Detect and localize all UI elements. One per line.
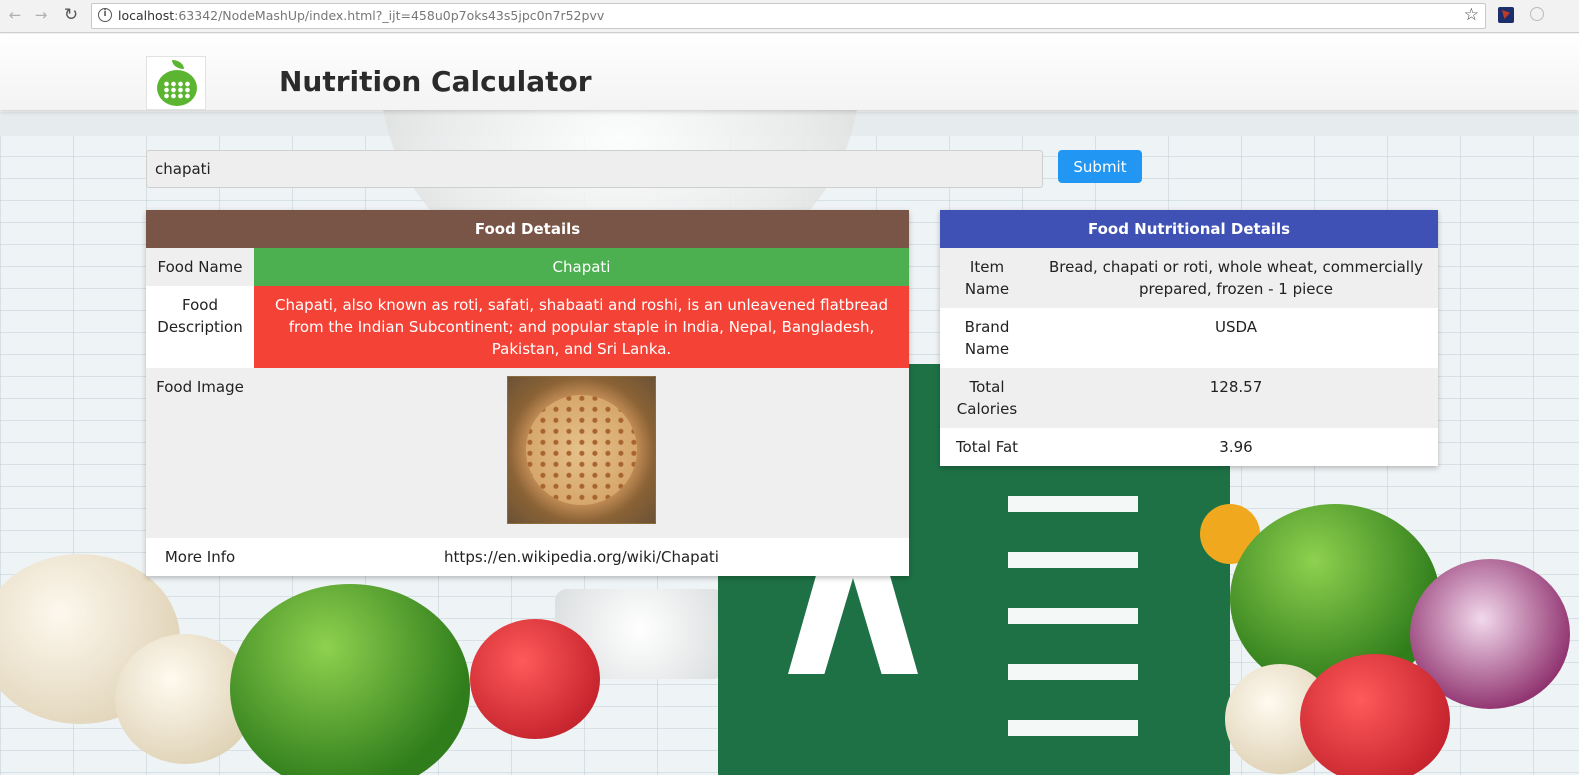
nutrition-details-card: Food Nutritional Details Item Name Bread… — [940, 210, 1438, 466]
radish-image — [470, 619, 600, 739]
back-arrow-icon[interactable]: ← — [4, 4, 26, 26]
url-path: :63342/NodeMashUp/index.html?_ijt=458u0p… — [174, 8, 605, 23]
table-row: Item Name Bread, chapati or roti, whole … — [940, 248, 1438, 308]
table-row: More Info https://en.wikipedia.org/wiki/… — [146, 538, 909, 576]
brand-name-label: Brand Name — [940, 308, 1034, 368]
table-row: Total Fat 3.96 — [940, 428, 1438, 466]
table-row: Food Name Chapati — [146, 248, 909, 286]
more-info-label: More Info — [146, 538, 254, 576]
food-details-table: Food Details Food Name Chapati Food Desc… — [146, 210, 909, 576]
food-image-cell — [254, 368, 909, 538]
browser-toolbar: ← → ↻ i localhost:63342/NodeMashUp/index… — [0, 0, 1579, 33]
chapati-photo — [507, 376, 656, 524]
url-text[interactable]: localhost:63342/NodeMashUp/index.html?_i… — [118, 8, 604, 23]
logo-leaf — [172, 60, 184, 69]
food-name-value: Chapati — [254, 248, 909, 286]
brand-name-value: USDA — [1034, 308, 1438, 368]
bookmark-star-icon[interactable]: ☆ — [1464, 5, 1479, 25]
logo-keypad — [163, 81, 191, 99]
table-row: Food Description Chapati, also known as … — [146, 286, 909, 368]
total-calories-value: 128.57 — [1034, 368, 1438, 428]
radish-image — [1300, 654, 1450, 775]
total-fat-value: 3.96 — [1034, 428, 1438, 466]
total-calories-label: Total Calories — [940, 368, 1034, 428]
food-name-label: Food Name — [146, 248, 254, 286]
forward-arrow-icon[interactable]: → — [30, 4, 52, 26]
nutrition-details-header: Food Nutritional Details — [940, 210, 1438, 248]
extension-circle-icon[interactable] — [1530, 7, 1544, 21]
calculator-apple-logo-icon — [146, 56, 206, 110]
more-info-link[interactable]: https://en.wikipedia.org/wiki/Chapati — [254, 538, 909, 576]
table-row: Total Calories 128.57 — [940, 368, 1438, 428]
table-row: Food Image — [146, 368, 909, 538]
food-image-label: Food Image — [146, 368, 254, 538]
page-title: Nutrition Calculator — [279, 65, 592, 98]
nutrition-details-table: Food Nutritional Details Item Name Bread… — [940, 210, 1438, 466]
food-details-header: Food Details — [146, 210, 909, 248]
food-search-input[interactable] — [146, 150, 1043, 188]
reload-icon[interactable]: ↻ — [60, 4, 82, 26]
address-bar[interactable]: i localhost:63342/NodeMashUp/index.html?… — [91, 3, 1486, 29]
food-description-value: Chapati, also known as roti, safati, sha… — [254, 286, 909, 368]
extension-icon[interactable] — [1498, 7, 1514, 23]
item-name-value: Bread, chapati or roti, whole wheat, com… — [1034, 248, 1438, 308]
submit-button[interactable]: Submit — [1058, 150, 1142, 183]
food-details-card: Food Details Food Name Chapati Food Desc… — [146, 210, 909, 576]
table-row: Brand Name USDA — [940, 308, 1438, 368]
info-icon[interactable]: i — [98, 8, 112, 22]
item-name-label: Item Name — [940, 248, 1034, 308]
app-header: Nutrition Calculator — [0, 34, 1579, 110]
url-host: localhost — [118, 8, 175, 23]
total-fat-label: Total Fat — [940, 428, 1034, 466]
food-description-label: Food Description — [146, 286, 254, 368]
